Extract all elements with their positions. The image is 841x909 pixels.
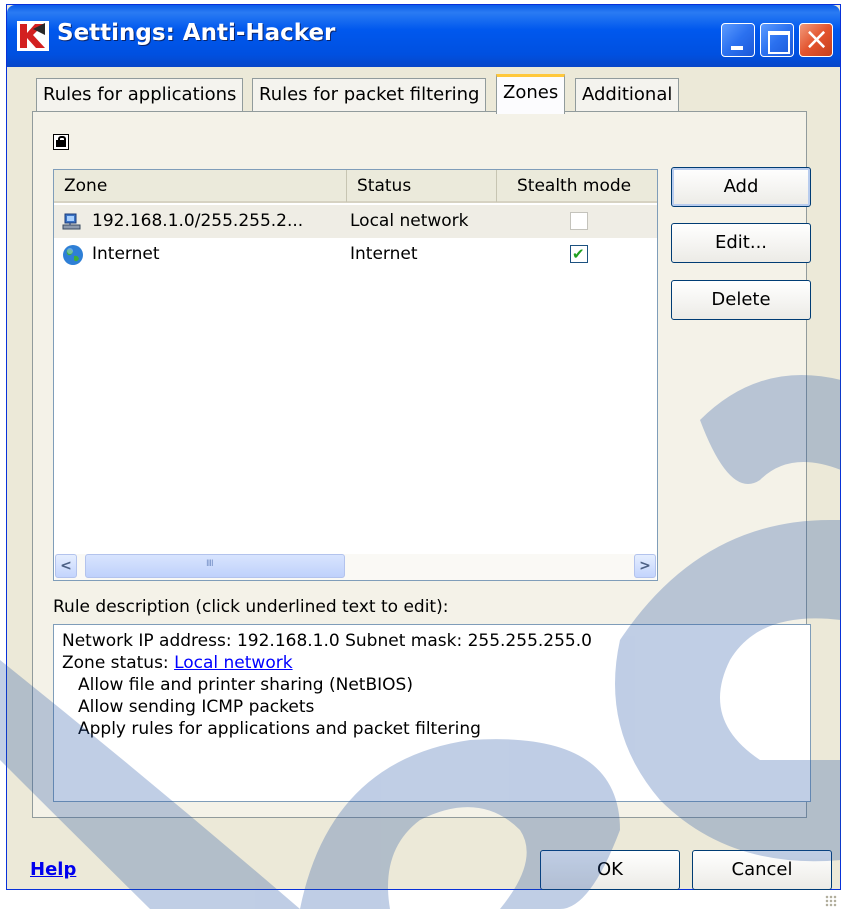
stealth-mode-checkbox[interactable] [570,238,588,271]
description-netbios-line: Allow file and printer sharing (NetBIOS) [78,675,413,695]
rule-description-box: Network IP address: 192.168.1.0 Subnet m… [53,624,811,802]
description-network-line: Network IP address: 192.168.1.0 Subnet m… [62,631,592,651]
resize-grip[interactable] [825,895,837,907]
description-icmp-line: Allow sending ICMP packets [78,697,315,717]
zone-status: Internet [350,244,418,264]
rule-description-label: Rule description (click underlined text … [53,597,449,617]
column-header-status[interactable]: Status [347,170,497,202]
tab-rules-for-applications[interactable]: Rules for applications [36,78,244,111]
horizontal-scrollbar[interactable]: < IIII > [55,554,656,580]
zone-name: Internet [92,244,160,264]
title-bar[interactable]: Settings: Anti-Hacker × [7,5,840,67]
zone-row-internet[interactable]: Internet Internet [54,238,657,271]
help-link[interactable]: Help [30,859,76,880]
scrollbar-grip: IIII [206,559,214,569]
kaspersky-logo-icon [17,21,49,51]
lock-icon[interactable] [53,134,69,150]
ok-button[interactable]: OK [540,850,680,890]
scrollbar-thumb[interactable]: IIII [85,554,345,578]
zone-row-local[interactable]: 192.168.1.0/255.255.2... Local network [54,205,657,238]
column-header-zone[interactable]: Zone [54,170,347,202]
list-header: Zone Status Stealth mode [54,170,657,203]
tab-additional[interactable]: Additional [575,78,680,111]
description-zone-status-line: Zone status: Local network [62,652,802,674]
tab-zones[interactable]: Zones [496,74,566,114]
globe-icon [63,245,83,265]
window-title: Settings: Anti-Hacker [57,20,336,46]
stealth-mode-checkbox[interactable] [570,212,588,230]
column-header-stealth-mode[interactable]: Stealth mode [497,170,657,202]
edit-button[interactable]: Edit... [671,223,811,263]
minimize-button[interactable] [721,23,755,57]
tab-rules-for-packet-filtering[interactable]: Rules for packet filtering [252,78,487,111]
cancel-button[interactable]: Cancel [692,850,832,890]
description-apply-rules-line: Apply rules for applications and packet … [78,719,481,739]
zones-list[interactable]: Zone Status Stealth mode 192.168.1.0/255… [53,169,658,581]
zone-status: Local network [350,211,469,231]
zone-status-prefix: Zone status: [62,653,175,673]
zone-name: 192.168.1.0/255.255.2... [92,211,304,231]
scroll-left-button[interactable]: < [55,554,77,578]
network-icon [62,213,81,230]
close-button[interactable]: × [799,23,833,57]
add-button[interactable]: Add [671,167,811,207]
delete-button[interactable]: Delete [671,280,811,320]
scroll-right-button[interactable]: > [634,554,656,578]
close-icon: × [804,22,830,57]
maximize-button[interactable] [760,23,794,57]
zone-status-link[interactable]: Local network [174,653,293,673]
